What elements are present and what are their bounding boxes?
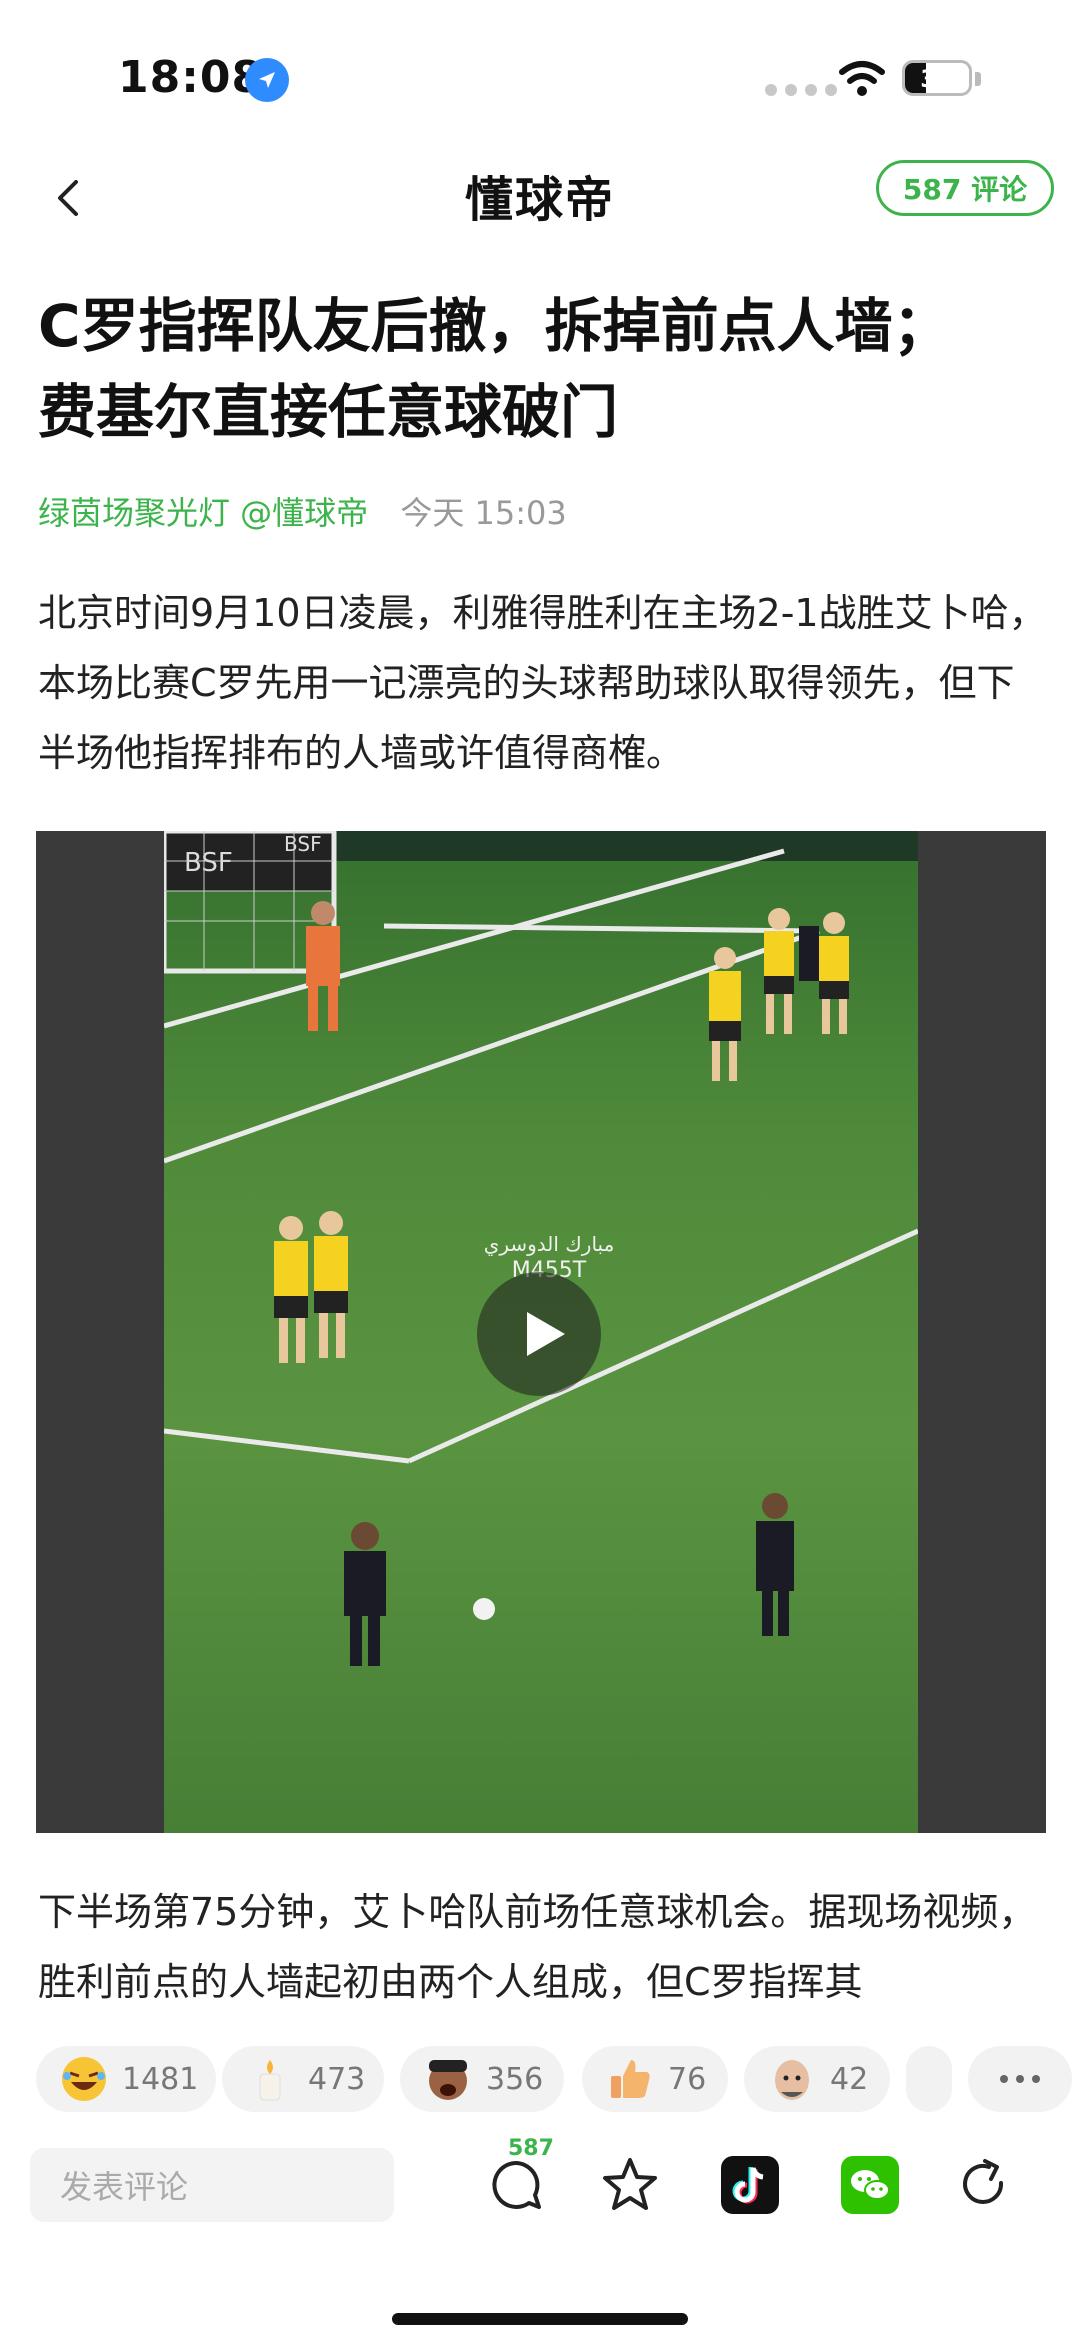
reaction-count: 473 <box>308 2061 366 2097</box>
video-watermark-line-1: مبارك الدوسري <box>484 1232 615 1257</box>
share-tiktok-button[interactable] <box>705 2140 795 2230</box>
comment-bubble-icon <box>492 2160 541 2209</box>
cellular-signal-icon <box>765 84 837 96</box>
battery-tip <box>975 72 981 86</box>
article-title-line-2: 费基尔直接任意球破门 <box>38 378 619 446</box>
reaction-laughing[interactable]: 1481 <box>36 2046 216 2112</box>
bald-face-icon <box>766 2053 818 2105</box>
home-indicator <box>392 2313 688 2325</box>
publish-time: 今天 15:03 <box>400 494 567 532</box>
share-wechat-button[interactable] <box>825 2140 915 2230</box>
more-reactions-button[interactable] <box>968 2046 1072 2112</box>
reaction-bald-face[interactable]: 42 <box>744 2046 890 2112</box>
play-icon <box>527 1312 565 1356</box>
ad-board-text-2: BSF <box>284 832 322 856</box>
reaction-count: 1481 <box>122 2061 199 2097</box>
reaction-candle[interactable]: 473 <box>222 2046 384 2112</box>
wifi-icon <box>838 60 886 102</box>
play-button[interactable] <box>477 1272 601 1396</box>
article-paragraph-2: 下半场第75分钟，艾卜哈队前场任意球机会。据现场视频，胜利前点的人墙起初由两个人… <box>38 1890 1037 2004</box>
football <box>473 1598 495 1620</box>
video-player[interactable]: BSF BSF مبارك الدوسري M455T <box>36 831 1046 1833</box>
laughing-emoji-icon <box>58 2053 110 2105</box>
reaction-count: 356 <box>486 2061 544 2097</box>
article-meta: 绿茵场聚光灯 @懂球帝 今天 15:03 <box>38 488 567 534</box>
article-paragraph-1: 北京时间9月10日凌晨，利雅得胜利在主场2-1战胜艾卜哈，本场比赛C罗先用一记漂… <box>38 591 1047 775</box>
thumbs-up-icon <box>604 2053 656 2105</box>
status-bar: 18:08 33 <box>0 0 1080 150</box>
wechat-icon <box>841 2156 899 2214</box>
star-icon <box>603 2158 657 2210</box>
reaction-shouting[interactable]: 356 <box>400 2046 564 2112</box>
article-title-line-1: C罗指挥队友后撤，拆掉前点人墙； <box>38 292 951 360</box>
favorite-button[interactable] <box>585 2140 675 2230</box>
bottom-bar: 发表评论 587 <box>0 2136 1080 2270</box>
comments-button[interactable]: 587 <box>470 2136 560 2230</box>
nav-bar: 懂球帝 587 评论 <box>0 150 1080 260</box>
reaction-thumbs-up[interactable]: 76 <box>582 2046 728 2112</box>
share-icon <box>963 2159 1004 2204</box>
reaction-count: 76 <box>668 2061 707 2097</box>
comment-count-badge: 587 <box>508 2136 554 2161</box>
battery-level: 33 <box>920 65 954 93</box>
shouting-face-icon <box>422 2053 474 2105</box>
share-button[interactable] <box>940 2140 1030 2230</box>
ad-board-text: BSF <box>184 848 233 878</box>
location-arrow-icon <box>245 58 289 102</box>
reaction-partial[interactable] <box>906 2046 952 2112</box>
comment-input[interactable]: 发表评论 <box>30 2148 394 2222</box>
reaction-count: 42 <box>830 2061 869 2097</box>
status-time: 18:08 <box>118 52 264 103</box>
author-link[interactable]: 绿茵场聚光灯 @懂球帝 <box>38 494 368 532</box>
article-title: C罗指挥队友后撤，拆掉前点人墙； 费基尔直接任意球破门 <box>38 283 1048 455</box>
tiktok-icon <box>721 2156 779 2214</box>
battery-icon: 33 <box>902 60 972 96</box>
candle-icon <box>244 2053 296 2105</box>
comment-count-button[interactable]: 587 评论 <box>876 160 1054 216</box>
reaction-bar: 1481 473 356 76 42 <box>36 2046 1080 2118</box>
